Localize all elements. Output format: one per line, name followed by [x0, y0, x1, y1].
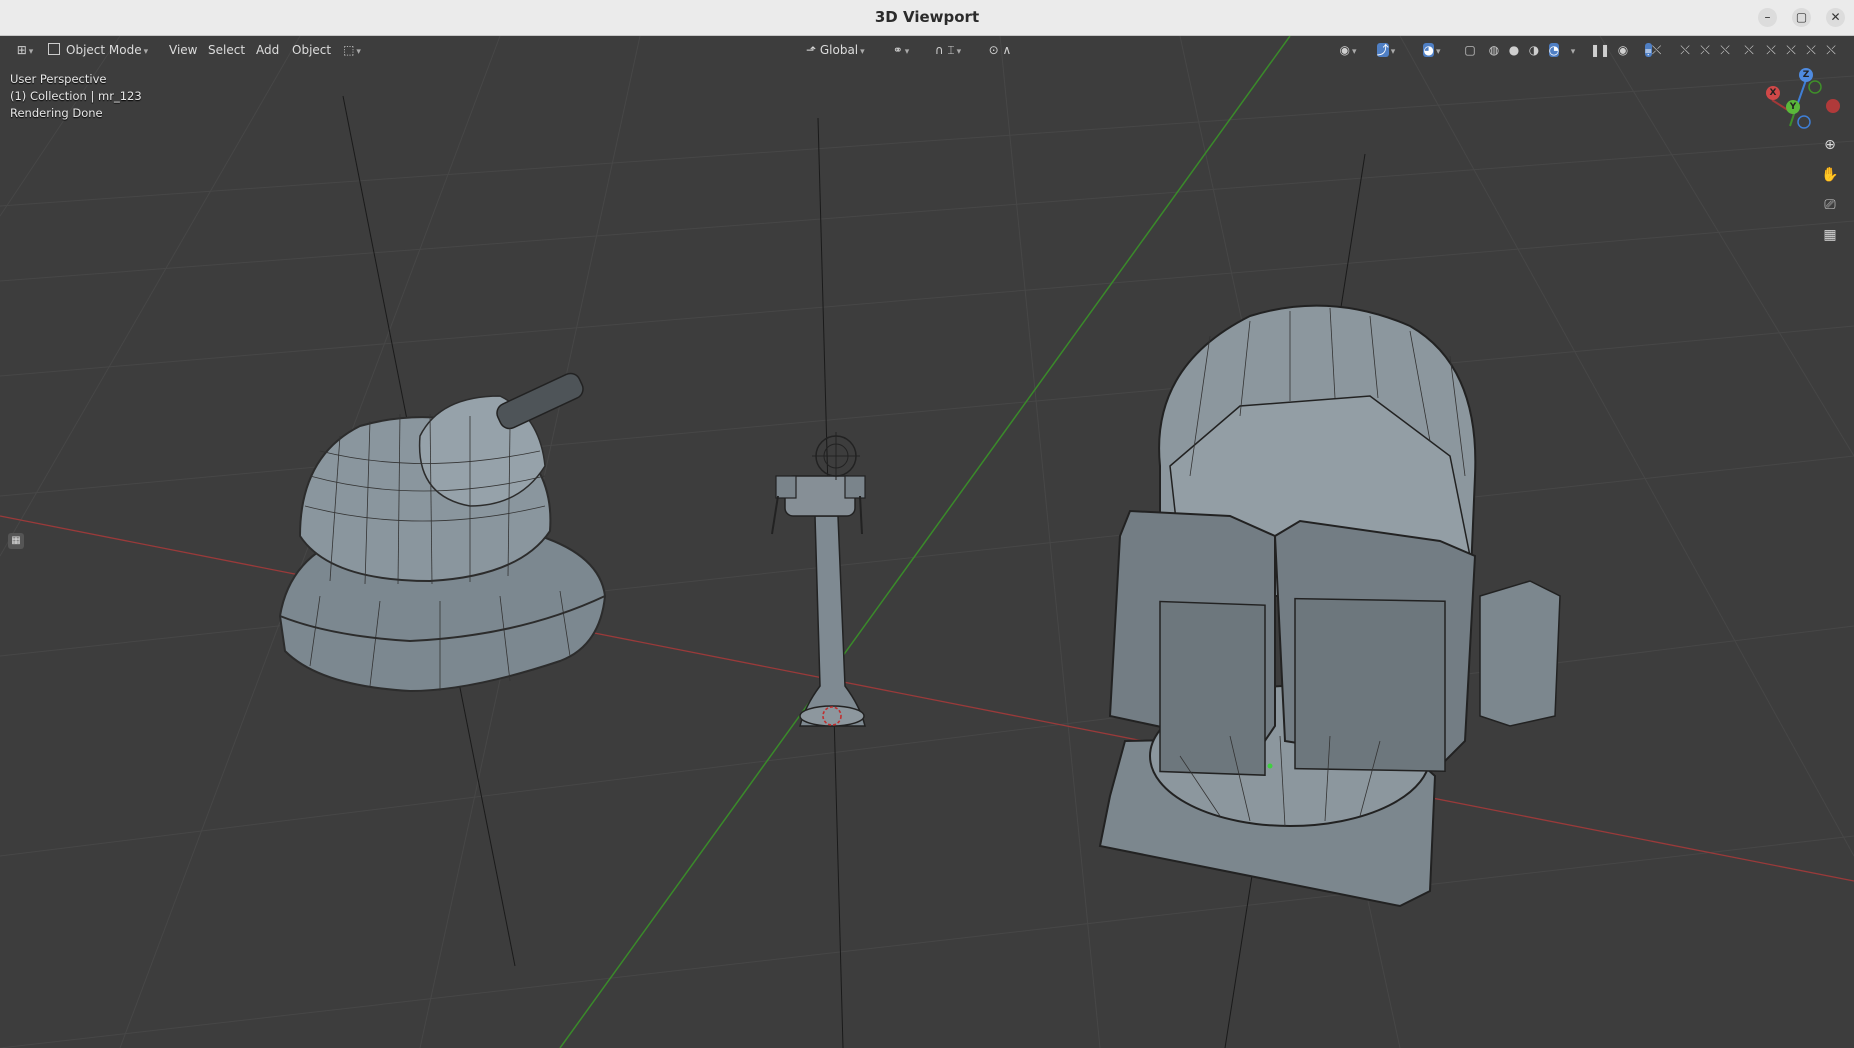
shading-options-chevron-icon[interactable]: ▾: [1566, 41, 1578, 59]
window-titlebar: 3D Viewport – ▢ ✕: [0, 0, 1854, 36]
gizmo-z-label[interactable]: Z: [1799, 68, 1813, 82]
solid-shading-icon[interactable]: ●: [1506, 41, 1522, 59]
collection-label: (1) Collection | mr_123: [10, 89, 142, 103]
visibility-selectability-icon[interactable]: ◉ ▾: [1334, 41, 1362, 59]
zoom-icon[interactable]: ⊕: [1817, 132, 1843, 158]
viewport-scene: [0, 36, 1854, 1048]
floor-grid: [0, 36, 1854, 1048]
viewport-editor-icon[interactable]: ⊞ ▾: [12, 41, 38, 59]
window-title: 3D Viewport: [874, 8, 980, 26]
object-mode-icon: [48, 43, 60, 55]
pause-render-icon[interactable]: ❚❚: [1590, 41, 1610, 59]
minimize-button[interactable]: –: [1758, 8, 1777, 27]
toolbar-toggle-icon[interactable]: ▦: [8, 533, 24, 549]
close-button[interactable]: ✕: [1826, 8, 1845, 27]
transform-orientation-selector[interactable]: ⬏ Global ▾: [806, 40, 865, 60]
menu-view[interactable]: View: [166, 40, 200, 60]
collapsed-icon-6[interactable]: ⤬: [1740, 41, 1758, 59]
view-name-label: User Perspective: [10, 72, 107, 86]
rendered-shading-icon[interactable]: ◔: [1546, 41, 1562, 59]
overlays-toggle-icon[interactable]: ◕ ▾: [1416, 41, 1448, 59]
eye-icon[interactable]: ◉: [1614, 41, 1632, 59]
camera-view-icon[interactable]: ⎚: [1817, 192, 1843, 218]
pivot-point-icon[interactable]: ⚭ ▾: [888, 41, 914, 59]
pan-hand-icon[interactable]: ✋: [1817, 162, 1843, 188]
viewport-header: ⊞ ▾ Object Mode ▾ View Select Add Object ⬚…: [0, 36, 1854, 64]
collapsed-header-icons[interactable]: ⩦⤬: [1636, 41, 1670, 59]
collapsed-icon-10[interactable]: ⤬: [1822, 41, 1840, 59]
collapsed-icon-5[interactable]: ⤬: [1716, 41, 1734, 59]
mode-label: Object Mode: [66, 43, 142, 57]
turret-model[interactable]: [278, 370, 607, 693]
xray-toggle-icon[interactable]: ▢: [1462, 41, 1478, 59]
3d-viewport[interactable]: User Perspective (1) Collection | mr_123…: [0, 36, 1854, 1048]
menu-select[interactable]: Select: [205, 40, 248, 60]
collapsed-icon-4[interactable]: ⤬: [1696, 41, 1714, 59]
mode-selector[interactable]: Object Mode ▾: [48, 40, 148, 60]
pedestal-model[interactable]: [771, 432, 866, 727]
menu-add[interactable]: Add: [253, 40, 282, 60]
x-axis-line: [0, 515, 1854, 882]
maximize-button[interactable]: ▢: [1792, 8, 1811, 27]
collapsed-icon-7[interactable]: ⤬: [1762, 41, 1780, 59]
orientation-axes-icon: ⬏: [806, 43, 820, 57]
snapping-icon[interactable]: ∩ ⌶ ▾: [924, 41, 972, 59]
gizmo-x-label[interactable]: X: [1766, 86, 1780, 100]
collapsed-icon-3[interactable]: ⤬: [1676, 41, 1694, 59]
collapsed-icon-9[interactable]: ⤬: [1802, 41, 1820, 59]
gizmo-y-label[interactable]: Y: [1786, 100, 1800, 114]
wireframe-shading-icon[interactable]: ◍: [1486, 41, 1502, 59]
launcher-model[interactable]: [1098, 304, 1561, 908]
menu-object[interactable]: Object: [289, 40, 334, 60]
render-status-label: Rendering Done: [10, 106, 103, 120]
ortho-grid-icon[interactable]: ▦: [1817, 222, 1843, 248]
material-preview-shading-icon[interactable]: ◑: [1526, 41, 1542, 59]
collapsed-icon-8[interactable]: ⤬: [1782, 41, 1800, 59]
tool-settings-icon[interactable]: ⬚ ▾: [338, 41, 366, 59]
proportional-editing-icon[interactable]: ⊙ ∧: [980, 41, 1020, 59]
transform-orientation-label: Global: [819, 43, 859, 57]
gizmo-toggle-icon[interactable]: ⤴ ▾: [1370, 41, 1402, 59]
